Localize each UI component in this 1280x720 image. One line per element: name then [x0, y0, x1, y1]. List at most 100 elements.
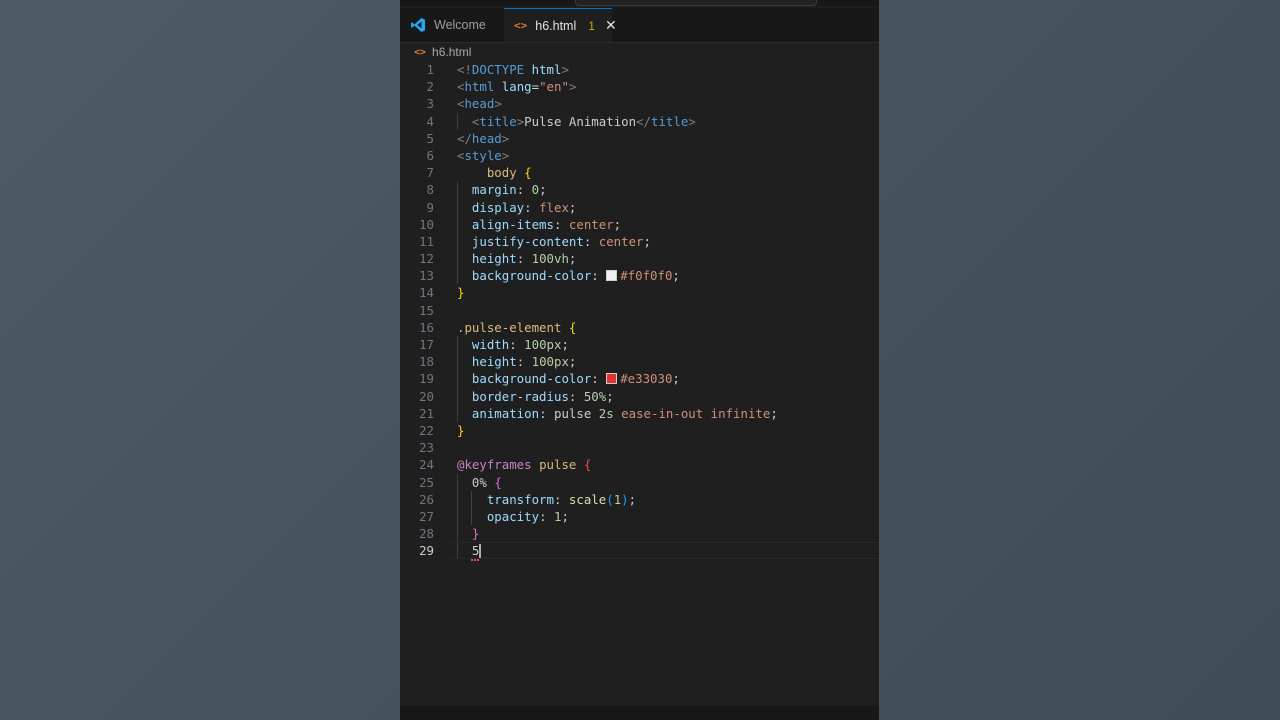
line-number: 7	[426, 165, 434, 181]
code-line[interactable]: 17 width: 100px;	[400, 336, 879, 354]
code-line[interactable]: 11 justify-content: center;	[400, 232, 879, 251]
indent-guide	[457, 542, 458, 560]
code-line[interactable]: 25 0% {	[400, 473, 879, 491]
code-text: @keyframes pulse {	[457, 457, 592, 473]
line-number: 2	[426, 79, 434, 95]
problems-count: 1	[588, 18, 595, 33]
line-number: 19	[419, 371, 434, 387]
tab-h6-html[interactable]: <> h6.html 1 ✕	[504, 8, 617, 42]
code-line[interactable]: 6 <style>	[400, 147, 879, 164]
code-text: </head>	[457, 130, 510, 146]
code-line[interactable]: 15	[400, 302, 879, 319]
code-text: margin: 0;	[471, 182, 547, 198]
code-text: height: 100vh;	[471, 251, 577, 267]
code-text: animation: pulse 2s ease-in-out infinite…	[471, 405, 778, 421]
code-line[interactable]: 16 .pulse-element {	[400, 319, 879, 336]
code-line[interactable]: 29 5	[400, 542, 879, 562]
line-number: 13	[419, 268, 434, 284]
code-line[interactable]: 7 body {	[400, 164, 879, 181]
line-number: 25	[419, 474, 434, 490]
code-line[interactable]: 3 <head>	[400, 95, 879, 112]
code-line[interactable]: 19 background-color: #e33030;	[400, 370, 879, 388]
code-text: <html lang="en">	[457, 79, 577, 95]
line-number: 21	[419, 405, 434, 421]
line-number: 22	[419, 422, 434, 438]
line-number: 6	[426, 147, 434, 163]
code-text: height: 100px;	[471, 354, 577, 370]
code-line[interactable]: 28 }	[400, 525, 879, 543]
tab-bar: Welcome <> h6.html 1 ✕	[400, 8, 879, 43]
code-text: justify-content: center;	[471, 233, 651, 249]
code-text: }	[457, 422, 465, 438]
line-number: 14	[419, 285, 434, 301]
status-bar	[400, 706, 879, 720]
line-number: 12	[419, 251, 434, 267]
html-file-icon: <>	[514, 19, 528, 32]
code-line[interactable]: 23	[400, 439, 879, 456]
code-line[interactable]: 21 animation: pulse 2s ease-in-out infin…	[400, 404, 879, 422]
code-text: background-color: #f0f0f0;	[471, 268, 680, 284]
code-text: border-radius: 50%;	[471, 388, 614, 404]
code-line[interactable]: 27 opacity: 1;	[400, 507, 879, 526]
tab-welcome[interactable]: Welcome	[400, 8, 502, 42]
code-line[interactable]: 13 background-color: #f0f0f0;	[400, 267, 879, 285]
breadcrumb-file[interactable]: h6.html	[432, 45, 471, 59]
tab-label: h6.html	[535, 18, 577, 33]
close-icon[interactable]: ✕	[605, 17, 617, 34]
line-number: 18	[419, 354, 434, 370]
line-number: 20	[419, 388, 434, 404]
code-text: opacity: 1;	[486, 508, 569, 524]
code-text: }	[471, 526, 480, 542]
code-text: 0% {	[471, 474, 502, 490]
line-number: 23	[419, 440, 434, 456]
code-text: background-color: #e33030;	[471, 371, 680, 387]
code-text: transform: scale(1);	[486, 491, 637, 507]
code-line[interactable]: 5 </head>	[400, 130, 879, 147]
color-swatch[interactable]	[606, 270, 618, 282]
code-line[interactable]: 4 <title>Pulse Animation</title>	[400, 112, 879, 130]
line-number: 3	[426, 96, 434, 112]
line-number: 29	[419, 543, 434, 559]
code-line[interactable]: 24 @keyframes pulse {	[400, 456, 879, 473]
code-line[interactable]: 9 display: flex;	[400, 198, 879, 216]
line-number: 15	[419, 302, 434, 318]
code-line[interactable]: 26 transform: scale(1);	[400, 490, 879, 508]
line-number: 10	[419, 216, 434, 232]
code-line[interactable]: 1 <!DOCTYPE html>	[400, 61, 879, 78]
code-text: display: flex;	[471, 199, 577, 215]
line-number: 28	[419, 526, 434, 542]
breadcrumb[interactable]: <> h6.html	[400, 43, 879, 61]
text-cursor	[479, 544, 482, 560]
html-file-icon: <>	[414, 46, 427, 58]
command-center[interactable]	[575, 0, 817, 6]
editor-window: Welcome <> h6.html 1 ✕ <> h6.html 1 <!DOC…	[400, 0, 879, 720]
code-text: <title>Pulse Animation</title>	[471, 113, 696, 129]
line-number: 16	[419, 319, 434, 335]
code-text: body {	[486, 165, 532, 181]
code-text: .pulse-element {	[457, 319, 577, 335]
code-line[interactable]: 12 height: 100vh;	[400, 250, 879, 268]
line-number: 1	[426, 62, 434, 77]
color-swatch[interactable]	[606, 373, 618, 385]
code-line[interactable]: 14}	[400, 284, 879, 301]
code-line[interactable]: 18 height: 100px;	[400, 353, 879, 371]
tab-label: Welcome	[434, 18, 486, 32]
code-line[interactable]: 10 align-items: center;	[400, 215, 879, 233]
code-text: }	[457, 285, 465, 301]
code-text: <style>	[457, 147, 510, 163]
error-squiggle	[471, 556, 479, 562]
line-number: 17	[419, 337, 434, 352]
line-number: 8	[426, 182, 434, 198]
title-bar	[400, 0, 879, 6]
code-line[interactable]: 22}	[400, 422, 879, 439]
code-line[interactable]: 8 margin: 0;	[400, 181, 879, 199]
code-text: align-items: center;	[471, 216, 622, 232]
vscode-icon	[411, 18, 425, 32]
code-text: width: 100px;	[471, 337, 569, 352]
code-editor[interactable]: 1 <!DOCTYPE html> 2 <html lang="en"> 3 <head>…	[400, 61, 879, 562]
line-number: 11	[419, 233, 434, 249]
line-number: 9	[426, 199, 434, 215]
code-line[interactable]: 20 border-radius: 50%;	[400, 387, 879, 405]
code-line[interactable]: 2 <html lang="en">	[400, 78, 879, 95]
code-text: <!DOCTYPE html>	[457, 62, 569, 77]
